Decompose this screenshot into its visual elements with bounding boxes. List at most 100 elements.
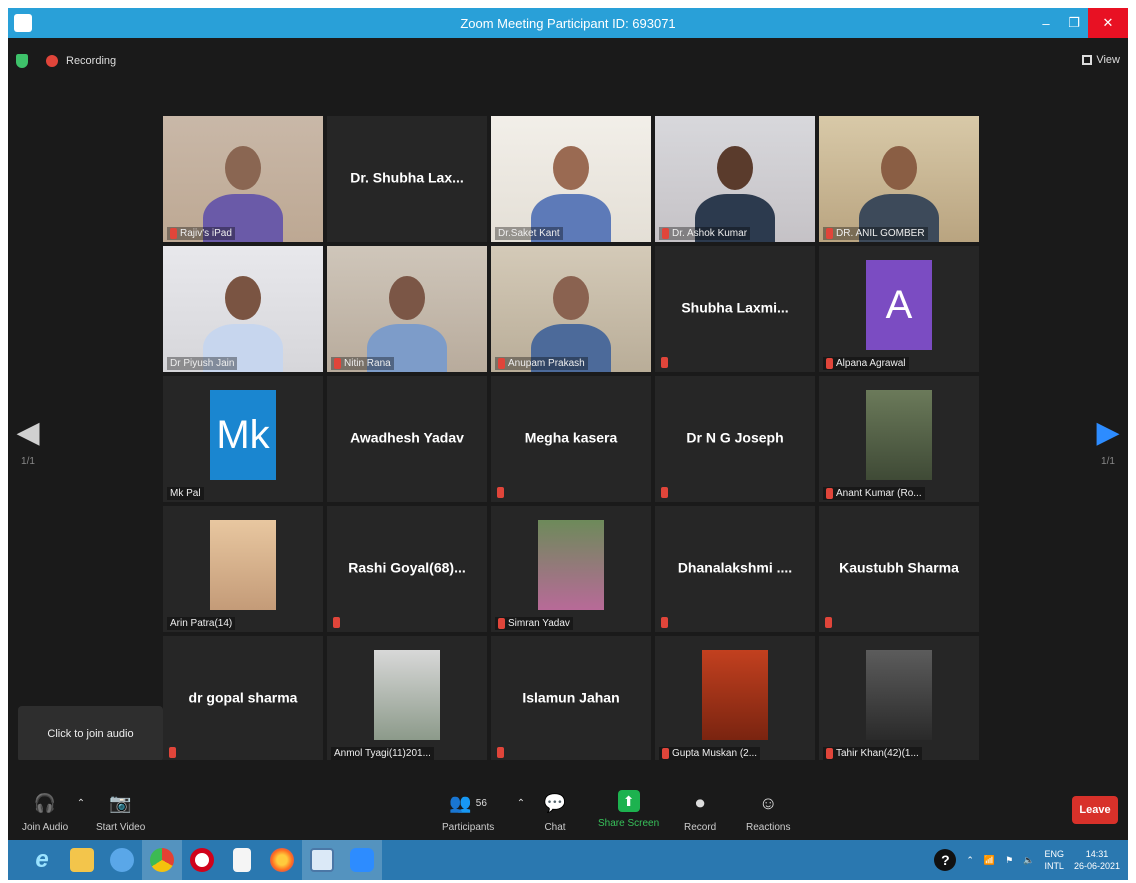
participants-icon: 👥 56 xyxy=(449,792,487,813)
join-audio-button[interactable]: 🎧 Join Audio xyxy=(22,790,68,834)
participant-label: Nitin Rana xyxy=(331,357,394,370)
muted-mic-icon xyxy=(498,618,505,629)
restore-button[interactable]: ❐ xyxy=(1060,8,1088,38)
participant-video xyxy=(819,116,979,242)
camera-off-icon: 📷 xyxy=(109,792,132,813)
participant-label: DR. ANIL GOMBER xyxy=(823,227,928,240)
participant-name: Nitin Rana xyxy=(344,358,391,369)
profile-picture xyxy=(538,520,604,610)
muted-mic-icon xyxy=(169,747,176,758)
muted-mic-icon xyxy=(826,748,833,759)
participant-tile[interactable]: Gupta Muskan (2... xyxy=(655,636,815,762)
prev-page-button[interactable]: ◀ 1/1 xyxy=(8,418,48,468)
ebook-icon[interactable] xyxy=(302,840,342,880)
speaker-icon[interactable]: 🔈 xyxy=(1023,855,1034,866)
participant-tile[interactable]: dr gopal sharma xyxy=(163,636,323,762)
participant-tile[interactable]: Rajiv's iPad xyxy=(163,116,323,242)
muted-mic-icon xyxy=(333,617,340,628)
tray-chevron-icon[interactable]: ⌃ xyxy=(966,855,974,866)
participant-name: dr gopal sharma xyxy=(188,689,298,706)
muted-mic-icon xyxy=(825,617,832,628)
participant-tile[interactable]: Anant Kumar (Ro... xyxy=(819,376,979,502)
participant-video xyxy=(163,246,323,372)
reactions-button[interactable]: ☺ Reactions xyxy=(746,790,790,834)
participant-tile[interactable]: Simran Yadav xyxy=(491,506,651,632)
muted-mic-icon xyxy=(661,617,668,628)
participant-tile[interactable]: Anupam Prakash xyxy=(491,246,651,372)
participant-tile[interactable]: Dr Piyush Jain xyxy=(163,246,323,372)
audio-options-caret[interactable]: ⌃ xyxy=(68,790,94,822)
clock-time: 14:31 xyxy=(1085,849,1109,859)
participant-tile[interactable]: Rashi Goyal(68)... xyxy=(327,506,487,632)
participant-name: Islamun Jahan xyxy=(522,689,620,706)
participant-tile[interactable]: Megha kasera xyxy=(491,376,651,502)
participant-video xyxy=(163,116,323,242)
muted-mic-icon xyxy=(826,358,833,369)
participant-label: Dr Piyush Jain xyxy=(167,357,238,370)
participant-tile[interactable]: Shubha Laxmi... xyxy=(655,246,815,372)
participant-name: Megha kasera xyxy=(524,429,618,446)
muted-mic-icon xyxy=(662,228,669,239)
participant-tile[interactable]: Awadhesh Yadav xyxy=(327,376,487,502)
participant-tile[interactable]: A Alpana Agrawal xyxy=(819,246,979,372)
participant-tile[interactable]: Dhanalakshmi .... xyxy=(655,506,815,632)
participant-tile[interactable]: DR. ANIL GOMBER xyxy=(819,116,979,242)
minimize-button[interactable]: – xyxy=(1032,8,1060,38)
join-audio-popup[interactable]: Click to join audio xyxy=(18,706,163,762)
participant-tile[interactable]: Islamun Jahan xyxy=(491,636,651,762)
muted-mic-icon xyxy=(662,748,669,759)
system-tray: ? ⌃ 📶 ⚑ 🔈 ENG INTL 14:31 26-06-2021 xyxy=(934,840,1120,880)
avatar-initials: Mk xyxy=(210,390,276,480)
start-video-button[interactable]: 📷 Start Video xyxy=(96,790,146,834)
internet-explorer-icon[interactable]: e xyxy=(22,840,62,880)
participant-tile[interactable]: Dr N G Joseph xyxy=(655,376,815,502)
network-icon[interactable]: 📶 xyxy=(984,855,995,866)
profile-picture xyxy=(210,520,276,610)
firefox-icon[interactable] xyxy=(262,840,302,880)
participant-label: Anmol Tyagi(11)201... xyxy=(331,747,434,760)
participant-label: Rajiv's iPad xyxy=(167,227,235,240)
profile-picture xyxy=(866,390,932,480)
participant-video xyxy=(491,116,651,242)
headphones-icon: 🎧 xyxy=(33,792,57,813)
next-page-button[interactable]: ▶ 1/1 xyxy=(1088,418,1128,468)
participant-tile[interactable]: Dr. Shubha Lax... xyxy=(327,116,487,242)
participant-tile[interactable]: Tahir Khan(42)(1... xyxy=(819,636,979,762)
participant-name: Anupam Prakash xyxy=(508,358,585,369)
participant-tile[interactable]: Nitin Rana xyxy=(327,246,487,372)
participant-name: Awadhesh Yadav xyxy=(350,429,464,446)
participant-label: Anant Kumar (Ro... xyxy=(823,487,925,500)
participants-button[interactable]: 👥 56 Participants xyxy=(442,790,494,834)
chrome-icon[interactable] xyxy=(142,840,182,880)
flag-icon[interactable]: ⚑ xyxy=(1005,855,1013,866)
participant-name: Shubha Laxmi... xyxy=(681,299,789,316)
participant-tile[interactable]: Kaustubh Sharma xyxy=(819,506,979,632)
file-explorer-icon[interactable] xyxy=(62,840,102,880)
participant-tile[interactable]: Mk Mk Pal xyxy=(163,376,323,502)
app-rocket-icon[interactable] xyxy=(102,840,142,880)
zoom-icon[interactable] xyxy=(342,840,382,880)
language-indicator[interactable]: ENG INTL xyxy=(1044,848,1064,872)
document-icon[interactable] xyxy=(222,840,262,880)
security-shield-icon[interactable] xyxy=(16,54,28,68)
help-icon[interactable]: ? xyxy=(934,849,957,871)
participants-caret[interactable]: ⌃ xyxy=(508,790,534,822)
participant-name: DR. ANIL GOMBER xyxy=(836,228,925,239)
start-video-label: Start Video xyxy=(96,822,146,833)
leave-button[interactable]: Leave xyxy=(1072,796,1118,824)
window-title: Zoom Meeting Participant ID: 693071 xyxy=(460,15,676,31)
close-button[interactable]: ✕ xyxy=(1088,8,1128,38)
participant-tile[interactable]: Arin Patra(14) xyxy=(163,506,323,632)
record-button[interactable]: ⏺ Record xyxy=(684,790,716,834)
participant-tile[interactable]: Dr.Saket Kant xyxy=(491,116,651,242)
clock[interactable]: 14:31 26-06-2021 xyxy=(1074,848,1120,872)
muted-mic-icon xyxy=(826,228,833,239)
lang-bottom: INTL xyxy=(1044,861,1064,871)
meeting-toolbar: 🎧 Join Audio ⌃ 📷 Start Video 👥 56 Partici… xyxy=(8,760,1128,840)
participant-tile[interactable]: Anmol Tyagi(11)201... xyxy=(327,636,487,762)
view-button[interactable]: View xyxy=(1082,54,1120,66)
chat-button[interactable]: 💬 Chat xyxy=(542,790,568,834)
share-screen-button[interactable]: ⬆ Share Screen xyxy=(598,790,659,829)
participant-tile[interactable]: Dr. Ashok Kumar xyxy=(655,116,815,242)
opera-icon[interactable] xyxy=(182,840,222,880)
